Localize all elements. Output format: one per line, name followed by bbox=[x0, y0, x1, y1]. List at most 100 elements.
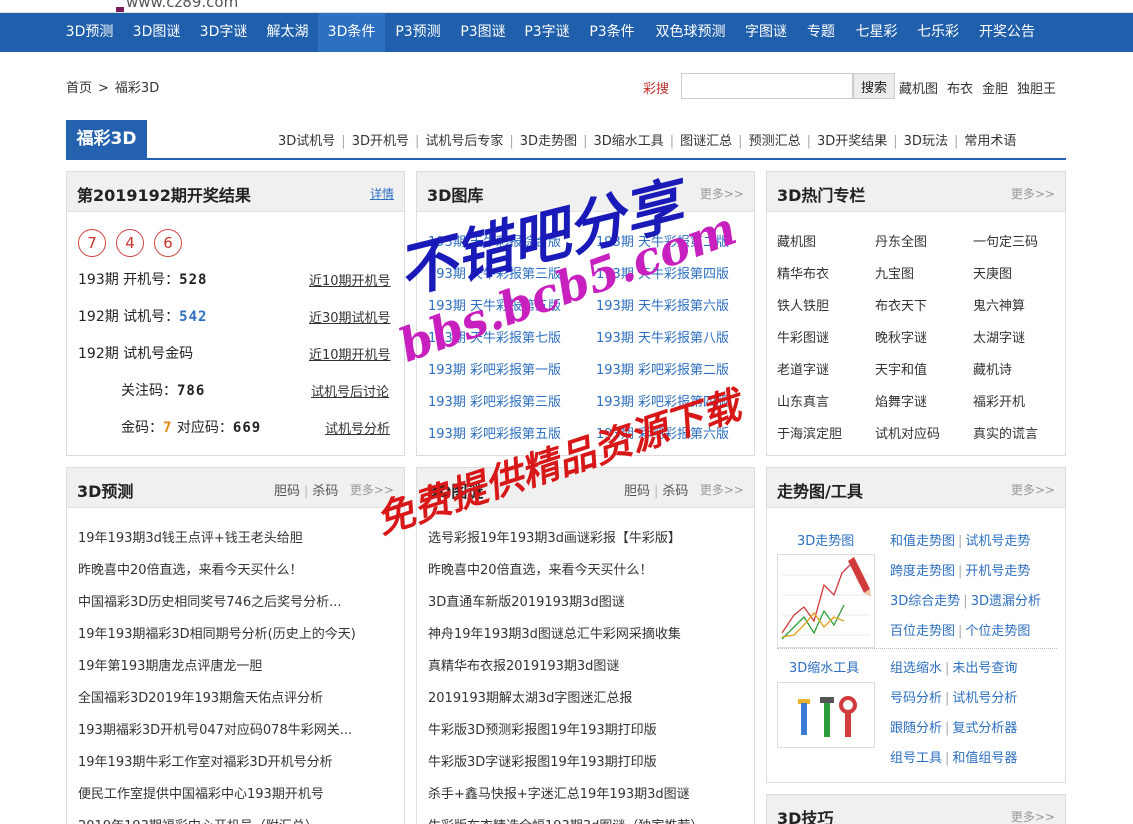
tool-link[interactable]: 百位走势图 bbox=[890, 624, 955, 639]
hot-link[interactable]: 天庚图 bbox=[973, 263, 1012, 282]
hot-link[interactable]: 福彩开机 bbox=[973, 391, 1025, 410]
hot-link[interactable]: 藏机图 bbox=[777, 231, 816, 250]
tab-riddle-dan[interactable]: 胆码 bbox=[624, 484, 650, 499]
tool-link[interactable]: 3D综合走势 bbox=[890, 594, 960, 609]
predict-list-item[interactable]: 193期福彩3D开机号047对应码078牛彩网关... bbox=[78, 719, 352, 738]
gallery-link[interactable]: 193期 天牛彩报第四版 bbox=[596, 263, 729, 282]
filter-tool-label[interactable]: 3D缩水工具 bbox=[789, 657, 859, 676]
hot-link[interactable]: 布衣天下 bbox=[875, 295, 927, 314]
tools-more-link[interactable]: 更多>> bbox=[1011, 481, 1055, 498]
link-open-number-10b[interactable]: 近10期开机号 bbox=[309, 344, 391, 363]
hot-link[interactable]: 焰舞字谜 bbox=[875, 391, 927, 410]
hot-link[interactable]: 鬼六神算 bbox=[973, 295, 1025, 314]
predict-list-item[interactable]: 19年第193期唐龙点评唐龙一胆 bbox=[78, 655, 262, 674]
gallery-link[interactable]: 193期 天牛彩报第三版 bbox=[428, 263, 561, 282]
hot-link[interactable]: 晚秋字谜 bbox=[875, 327, 927, 346]
tool-link[interactable]: 未出号查询 bbox=[952, 661, 1017, 676]
gallery-more-link[interactable]: 更多>> bbox=[700, 185, 744, 202]
quick-link-0[interactable]: 藏机图 bbox=[899, 82, 938, 97]
hot-link[interactable]: 九宝图 bbox=[875, 263, 914, 282]
tips-more-link[interactable]: 更多>> bbox=[1011, 808, 1055, 824]
riddle-list-item[interactable]: 牛彩版布衣精选全幅193期3d图谜（独家推荐） bbox=[428, 815, 703, 824]
gallery-link[interactable]: 193期 彩吧彩报第六版 bbox=[596, 423, 729, 442]
gallery-link[interactable]: 193期 天牛彩报综合版 bbox=[428, 231, 561, 250]
riddle-list-item[interactable]: 真精华布衣报2019193期3d图谜 bbox=[428, 655, 619, 674]
quick-link-1[interactable]: 布衣 bbox=[947, 82, 973, 97]
gallery-link[interactable]: 193期 彩吧彩报第五版 bbox=[428, 423, 561, 442]
hot-link[interactable]: 铁人铁胆 bbox=[777, 295, 829, 314]
predict-list-item[interactable]: 19年193期福彩3D相同期号分析(历史上的今天) bbox=[78, 623, 356, 642]
tab-riddle-sha[interactable]: 杀码 bbox=[662, 484, 688, 499]
predict-list-item[interactable]: 19年193期牛彩工作室对福彩3D开机号分析 bbox=[78, 751, 333, 770]
hot-link[interactable]: 藏机诗 bbox=[973, 359, 1012, 378]
nav-item-7[interactable]: P3字谜 bbox=[515, 13, 579, 52]
gallery-link[interactable]: 193期 彩吧彩报第四版 bbox=[596, 391, 729, 410]
predict-list-item[interactable]: 全国福彩3D2019年193期詹天佑点评分析 bbox=[78, 687, 323, 706]
hot-more-link[interactable]: 更多>> bbox=[1011, 185, 1055, 202]
tool-link[interactable]: 3D遗漏分析 bbox=[971, 594, 1041, 609]
link-test-number-30[interactable]: 近30期试机号 bbox=[309, 307, 391, 326]
section-title[interactable]: 福彩3D bbox=[66, 120, 147, 158]
tool-link[interactable]: 试机号分析 bbox=[952, 691, 1017, 706]
breadcrumb-current[interactable]: 福彩3D bbox=[115, 81, 159, 96]
breadcrumb-home[interactable]: 首页 bbox=[66, 81, 92, 96]
link-test-discussion[interactable]: 试机号后讨论 bbox=[311, 381, 389, 400]
section-link-9[interactable]: 常用术语 bbox=[964, 134, 1016, 149]
nav-item-5[interactable]: P3预测 bbox=[385, 13, 451, 52]
tool-link[interactable]: 跨度走势图 bbox=[890, 564, 955, 579]
hot-link[interactable]: 精华布衣 bbox=[777, 263, 829, 282]
nav-item-2[interactable]: 3D字谜 bbox=[190, 13, 257, 52]
trend-chart-thumbnail[interactable] bbox=[777, 554, 875, 648]
hot-link[interactable]: 于海滨定胆 bbox=[777, 423, 842, 442]
site-logo[interactable]: www.cz89.com bbox=[126, 0, 238, 11]
gallery-link[interactable]: 193期 天牛彩报第六版 bbox=[596, 295, 729, 314]
section-link-3[interactable]: 3D走势图 bbox=[520, 134, 577, 149]
predict-more-link[interactable]: 更多>> bbox=[350, 481, 394, 498]
nav-item-13[interactable]: 七乐彩 bbox=[907, 13, 969, 52]
gallery-link[interactable]: 193期 天牛彩报第二版 bbox=[596, 231, 729, 250]
nav-item-10[interactable]: 字图谜 bbox=[736, 13, 796, 52]
results-details-link[interactable]: 详情 bbox=[370, 185, 394, 202]
hot-link[interactable]: 真实的谎言 bbox=[973, 423, 1038, 442]
nav-item-1[interactable]: 3D图谜 bbox=[123, 13, 190, 52]
nav-item-11[interactable]: 专题 bbox=[796, 13, 846, 52]
riddle-list-item[interactable]: 杀手+鑫马快报+字迷汇总19年193期3d图谜 bbox=[428, 783, 690, 802]
hot-link[interactable]: 试机对应码 bbox=[875, 423, 940, 442]
section-link-5[interactable]: 图谜汇总 bbox=[680, 134, 732, 149]
hot-link[interactable]: 天宇和值 bbox=[875, 359, 927, 378]
hot-link[interactable]: 丹东全图 bbox=[875, 231, 927, 250]
nav-item-6[interactable]: P3图谜 bbox=[451, 13, 515, 52]
gallery-link[interactable]: 193期 彩吧彩报第二版 bbox=[596, 359, 729, 378]
nav-item-3[interactable]: 解太湖 bbox=[257, 13, 318, 52]
nav-item-0[interactable]: 3D预测 bbox=[56, 13, 123, 52]
quick-link-3[interactable]: 独胆王 bbox=[1017, 82, 1056, 97]
nav-item-9[interactable]: 双色球预测 bbox=[645, 13, 736, 52]
riddle-list-item[interactable]: 牛彩版3D字谜彩报图19年193期打印版 bbox=[428, 751, 657, 770]
tool-link[interactable]: 跟随分析 bbox=[890, 721, 942, 736]
predict-list-item[interactable]: 2019年193期福彩中心开机号（附汇总） bbox=[78, 815, 318, 824]
hot-link[interactable]: 牛彩图谜 bbox=[777, 327, 829, 346]
riddle-list-item[interactable]: 2019193期解太湖3d字图迷汇总报 bbox=[428, 687, 632, 706]
tool-link[interactable]: 和值组号器 bbox=[952, 751, 1017, 766]
riddle-list-item[interactable]: 神舟19年193期3d图谜总汇牛彩网采摘收集 bbox=[428, 623, 681, 642]
riddle-list-item[interactable]: 昨晚喜中20倍直选，来看今天买什么！ bbox=[428, 559, 653, 578]
search-input[interactable] bbox=[681, 73, 853, 99]
riddle-list-item[interactable]: 选号彩报19年193期3d画谜彩报【牛彩版】 bbox=[428, 527, 681, 546]
search-button[interactable]: 搜索 bbox=[853, 73, 895, 99]
hot-link[interactable]: 太湖字谜 bbox=[973, 327, 1025, 346]
riddle-more-link[interactable]: 更多>> bbox=[700, 481, 744, 498]
hot-link[interactable]: 一句定三码 bbox=[973, 231, 1038, 250]
tool-link[interactable]: 组号工具 bbox=[890, 751, 942, 766]
filter-tool-thumbnail[interactable] bbox=[777, 682, 875, 748]
tool-link[interactable]: 开机号走势 bbox=[965, 564, 1030, 579]
tool-link[interactable]: 个位走势图 bbox=[965, 624, 1030, 639]
section-link-7[interactable]: 3D开奖结果 bbox=[817, 134, 887, 149]
nav-item-8[interactable]: P3条件 bbox=[579, 13, 645, 52]
tool-link[interactable]: 试机号走势 bbox=[965, 534, 1030, 549]
link-open-number-10[interactable]: 近10期开机号 bbox=[309, 270, 391, 289]
predict-list-item[interactable]: 19年193期3d钱王点评+钱王老头给胆 bbox=[78, 527, 303, 546]
riddle-list-item[interactable]: 3D直通车新版2019193期3d图谜 bbox=[428, 591, 625, 610]
section-link-2[interactable]: 试机号后专家 bbox=[425, 134, 503, 149]
gallery-link[interactable]: 193期 彩吧彩报第三版 bbox=[428, 391, 561, 410]
hot-link[interactable]: 老道字谜 bbox=[777, 359, 829, 378]
